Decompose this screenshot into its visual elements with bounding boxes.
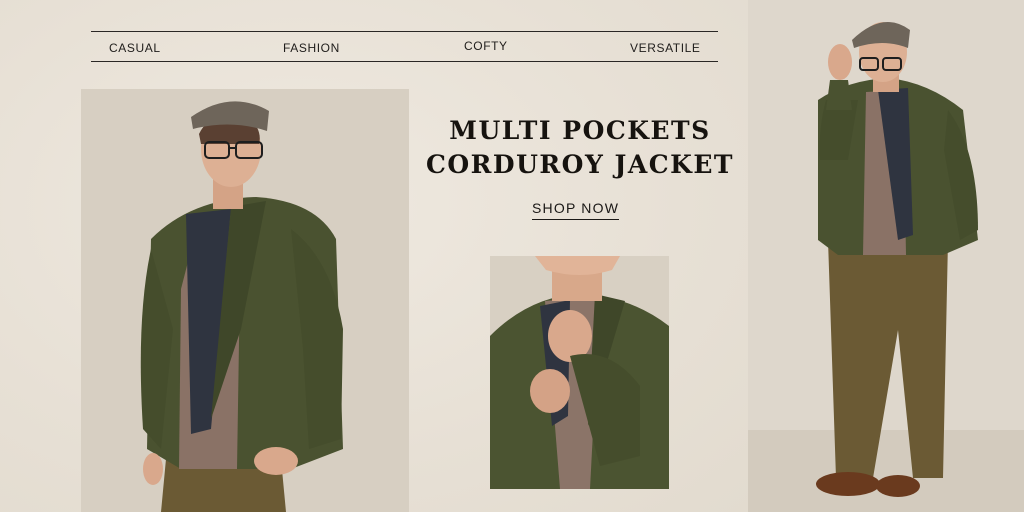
model-photo-main [81,89,409,512]
tag-strip: CASUAL FASHION COFTY VERSATILE [91,31,718,62]
headline: MULTI POCKETS CORDUROY JACKET [420,114,740,182]
headline-line-2: CORDUROY JACKET [425,150,735,179]
tag-fashion: FASHION [283,41,340,55]
headline-line-1: MULTI POCKETS [449,116,711,145]
tag-versatile: VERSATILE [630,41,701,55]
model-photo-full [748,0,1024,512]
model-photo-detail [490,256,669,489]
shop-now-link[interactable]: SHOP NOW [532,200,620,220]
tag-casual: CASUAL [109,41,161,55]
promo-banner: CASUAL FASHION COFTY VERSATILE MULTI POC… [0,0,1024,512]
tag-cofty: COFTY [464,39,508,53]
